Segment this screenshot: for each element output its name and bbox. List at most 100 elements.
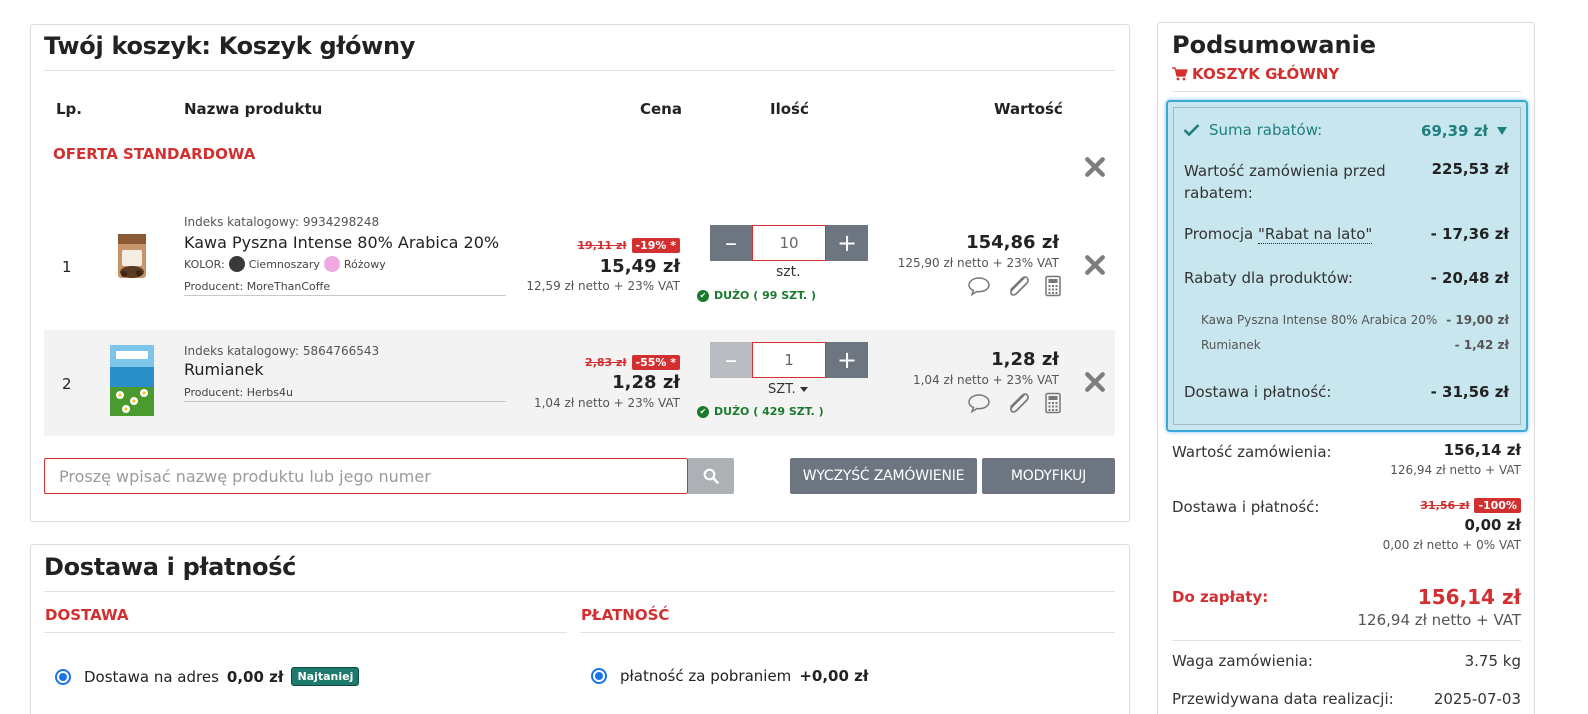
product-name-link[interactable]: Kawa Pyszna Intense 80% Arabica 20%	[184, 233, 499, 252]
product-discount-value: - 19,00 zł	[1446, 313, 1509, 327]
divider	[44, 70, 1115, 71]
quantity-stepper[interactable]: – +	[710, 225, 868, 261]
search-icon	[703, 468, 719, 484]
delivery-discount-label: Dostawa i płatność:	[1184, 383, 1332, 401]
discount-badge: -19% *	[631, 238, 680, 253]
product-discount-value: - 1,42 zł	[1454, 338, 1509, 352]
row-number: 2	[62, 375, 72, 393]
catalog-index: Indeks katalogowy: 9934298248	[184, 215, 380, 229]
color-label: KOLOR:	[184, 257, 225, 271]
calculator-icon[interactable]	[1044, 392, 1062, 414]
payment-section-label: PŁATNOŚĆ	[581, 606, 670, 624]
qty-plus-button[interactable]: +	[826, 225, 868, 261]
shipping-option[interactable]: Dostawa na adres 0,00 zł Najtaniej	[55, 667, 360, 686]
shipping-name: Dostawa na adres	[84, 667, 219, 686]
price-net: 12,59 zł netto + 23% VAT	[526, 279, 680, 293]
column-name: Nazwa produktu	[184, 100, 323, 118]
payment-name: płatność za pobraniem	[620, 667, 792, 685]
payment-radio[interactable]	[591, 668, 607, 684]
search-button[interactable]	[688, 458, 734, 494]
product-discount-name: Kawa Pyszna Intense 80% Arabica 20%	[1201, 313, 1438, 327]
price-net: 1,04 zł netto + 23% VAT	[533, 396, 680, 410]
remove-item-close-icon[interactable]	[1084, 254, 1106, 276]
column-value: Wartość	[994, 100, 1063, 118]
date-label: Przewidywana data realizacji:	[1172, 690, 1394, 708]
promo-line: Promocja "Rabat na lato"	[1184, 225, 1373, 244]
delivery-discount-badge: -100%	[1474, 498, 1521, 513]
stock-text: DUŻO ( 429 SZT. )	[714, 405, 824, 418]
discount-badge: -55% *	[631, 355, 680, 370]
product-image[interactable]	[112, 228, 152, 282]
to-pay-label: Do zapłaty:	[1172, 588, 1269, 606]
remove-item-close-icon[interactable]	[1084, 371, 1106, 393]
payment-price: +0,00 zł	[799, 667, 869, 685]
order-value-label: Wartość zamówienia:	[1172, 443, 1332, 461]
payment-option[interactable]: płatność za pobraniem +0,00 zł	[591, 667, 868, 685]
qty-minus-button[interactable]: –	[710, 342, 752, 378]
row-number: 1	[62, 258, 72, 276]
unit-label: SZT.	[768, 382, 796, 397]
attachment-icon[interactable]	[1004, 273, 1032, 299]
cart-panel	[30, 24, 1130, 522]
check-circle-icon: ✔	[697, 289, 709, 302]
product-search-input[interactable]	[44, 458, 688, 494]
row-value: 1,28 zł	[991, 349, 1059, 370]
discount-total-label: Suma rabatów:	[1209, 121, 1323, 139]
attachment-icon[interactable]	[1004, 390, 1032, 416]
divider	[44, 591, 1115, 592]
delivery-label: Dostawa i płatność:	[1172, 498, 1320, 516]
comment-icon[interactable]	[967, 392, 991, 414]
price: 1,28 zł	[612, 372, 680, 393]
clear-order-button[interactable]: WYCZYŚĆ ZAMÓWIENIE	[790, 458, 977, 494]
divider	[44, 632, 567, 633]
order-value: 156,14 zł	[1443, 441, 1521, 459]
cart-title: Twój koszyk: Koszyk główny	[44, 32, 416, 60]
before-discount-value: 225,53 zł	[1431, 160, 1509, 178]
divider	[1172, 640, 1521, 641]
weight-value: 3.75 kg	[1464, 652, 1521, 670]
shipping-price: 0,00 zł	[226, 667, 284, 686]
qty-minus-button[interactable]: –	[710, 225, 752, 261]
calculator-icon[interactable]	[1044, 275, 1062, 297]
caret-down-icon[interactable]	[1497, 127, 1507, 135]
delivery-old-group: 31,56 zł -100%	[1420, 498, 1521, 513]
price-old-group: 2,83 zł -55% *	[585, 355, 680, 370]
row-value-net: 125,90 zł netto + 23% VAT	[897, 256, 1059, 270]
remove-offer-close-icon[interactable]	[1084, 156, 1106, 178]
product-colors: KOLOR: Ciemnoszary Różowy	[184, 256, 386, 272]
stock-text: DUŻO ( 99 SZT. )	[714, 289, 816, 302]
divider	[1172, 91, 1521, 92]
unit-select[interactable]: SZT.	[768, 382, 808, 397]
modify-button[interactable]: MODYFIKUJ	[982, 458, 1115, 494]
shipping-section-label: DOSTAWA	[45, 606, 129, 624]
promo-value: - 17,36 zł	[1430, 225, 1509, 243]
product-discount-name: Rumianek	[1201, 338, 1261, 352]
to-pay-value: 156,14 zł	[1417, 585, 1521, 609]
color-name: Ciemnoszary	[248, 257, 320, 271]
promo-name-link[interactable]: "Rabat na lato"	[1257, 225, 1373, 244]
caret-down-icon	[799, 387, 808, 392]
comment-icon[interactable]	[967, 275, 991, 297]
product-name-link[interactable]: Rumianek	[184, 360, 264, 379]
qty-plus-button[interactable]: +	[826, 342, 868, 378]
catalog-index: Indeks katalogowy: 5864766543	[184, 344, 380, 358]
old-price: 19,11 zł	[577, 239, 627, 252]
shipping-radio[interactable]	[55, 668, 71, 685]
producer: Producent: Herbs4u	[184, 386, 506, 402]
delivery-net: 0,00 zł netto + 0% VAT	[1382, 538, 1521, 552]
color-name: Różowy	[343, 257, 386, 271]
cart-name: KOSZYK GŁÓWNY	[1192, 65, 1340, 83]
row-value-net: 1,04 zł netto + 23% VAT	[912, 373, 1059, 387]
quantity-stepper[interactable]: – +	[710, 342, 868, 378]
unit-label: szt.	[776, 264, 801, 280]
discount-total-toggle[interactable]: Suma rabatów:	[1183, 121, 1322, 139]
row-value: 154,86 zł	[966, 232, 1059, 253]
column-price: Cena	[640, 100, 682, 118]
divider	[580, 632, 1115, 633]
price: 15,49 zł	[599, 256, 680, 277]
product-image[interactable]	[106, 343, 158, 418]
qty-input[interactable]	[752, 342, 826, 378]
check-circle-icon: ✔	[697, 405, 709, 418]
old-price: 2,83 zł	[585, 356, 627, 369]
qty-input[interactable]	[752, 225, 826, 261]
